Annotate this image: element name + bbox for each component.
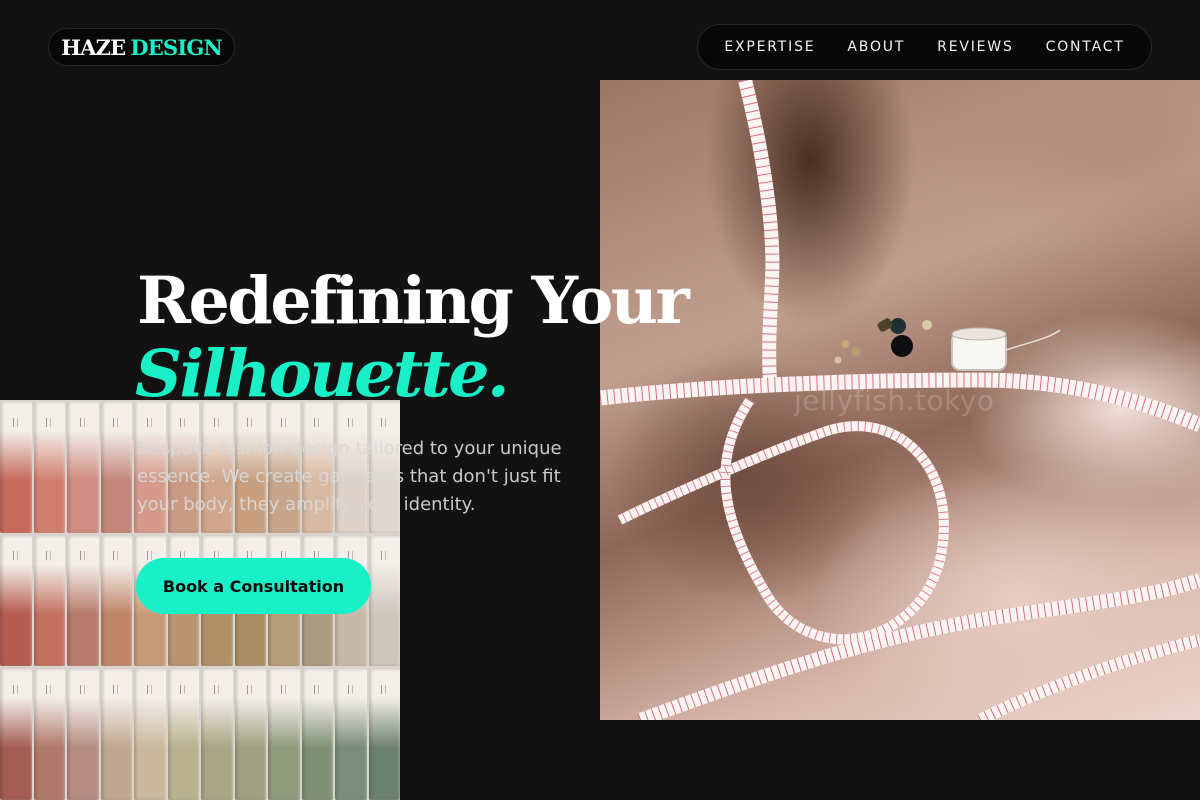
logo-word-design: DESIGN [130, 34, 222, 60]
swatch-card [33, 669, 65, 800]
swatch-card [368, 669, 400, 800]
swatch-card [100, 535, 132, 667]
swatch-card [100, 669, 132, 800]
nav-link-reviews[interactable]: REVIEWS [937, 39, 1013, 55]
swatch-card [0, 402, 32, 533]
logo-word-haze: HAZE [61, 34, 126, 60]
swatch-card [33, 402, 65, 533]
swatch-card [234, 669, 266, 800]
nav-link-about[interactable]: ABOUT [847, 39, 905, 55]
swatch-card [301, 669, 333, 800]
headline-line-1: Redefining Your [137, 263, 690, 339]
headline-line-2: Silhouette. [135, 336, 510, 412]
photo-watermark: jellyfish.tokyo [794, 384, 995, 417]
swatch-card [368, 535, 400, 667]
page: HAZE DESIGN EXPERTISE ABOUT REVIEWS CONT… [0, 0, 1200, 800]
brand-logo[interactable]: HAZE DESIGN [48, 28, 235, 66]
swatch-card [268, 669, 300, 800]
swatch-card [67, 669, 99, 800]
swatch-card [100, 402, 132, 533]
swatch-card [0, 535, 32, 667]
swatch-card [134, 669, 166, 800]
swatch-card [33, 535, 65, 667]
main-nav: EXPERTISE ABOUT REVIEWS CONTACT [697, 24, 1152, 70]
hero-description: Bespoke fashion design tailored to your … [137, 438, 562, 515]
book-consultation-button[interactable]: Book a Consultation [136, 558, 371, 614]
nav-link-contact[interactable]: CONTACT [1046, 39, 1125, 55]
swatch-card [335, 669, 367, 800]
swatch-card [0, 669, 32, 800]
swatch-card [67, 402, 99, 533]
swatch-card [201, 669, 233, 800]
swatch-card [67, 535, 99, 667]
swatch-card [167, 669, 199, 800]
hero-heading: Redefining Your Silhouette. [135, 262, 697, 412]
nav-link-expertise[interactable]: EXPERTISE [724, 39, 815, 55]
